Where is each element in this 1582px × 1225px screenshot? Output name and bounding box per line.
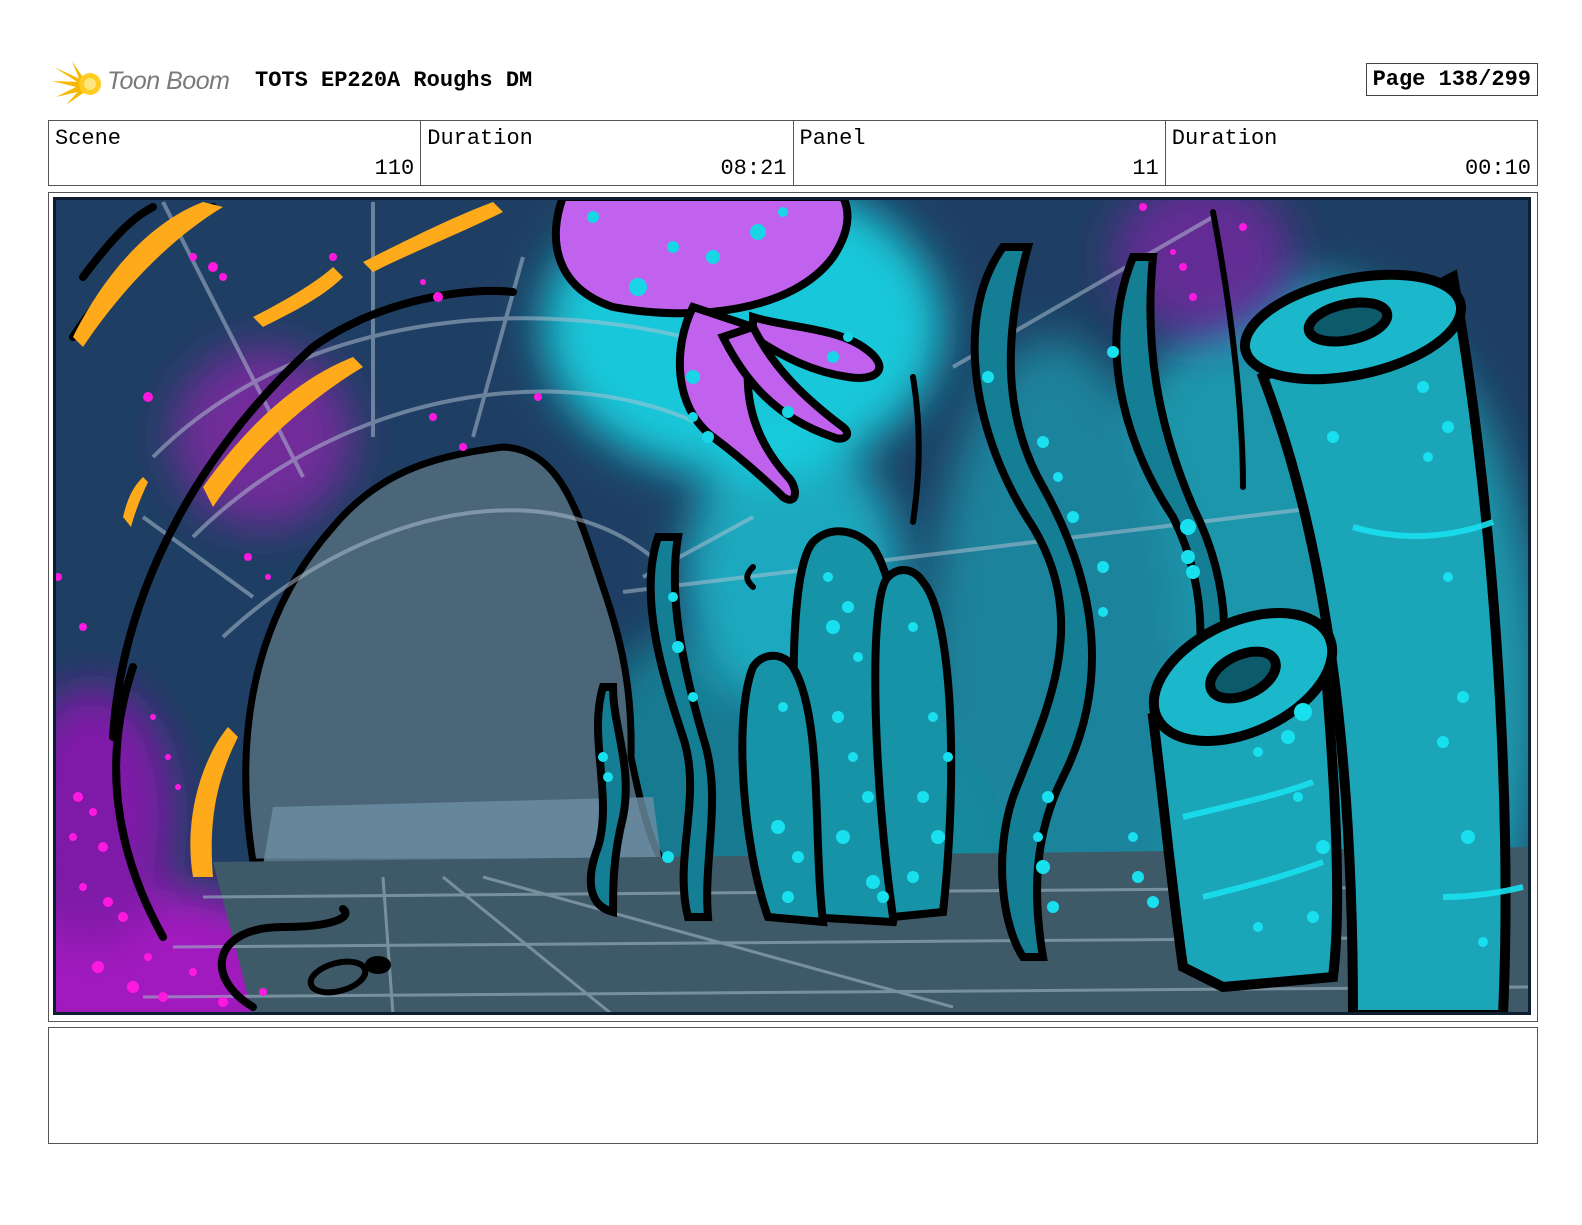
document-title: TOTS EP220A Roughs DM	[255, 68, 533, 93]
panel-cell: Panel 11	[794, 121, 1166, 185]
scene-label: Scene	[55, 126, 122, 151]
logo-wordmark: Toon Boom	[107, 67, 230, 95]
scene-duration-label: Duration	[427, 126, 533, 151]
panel-value: 11	[1132, 156, 1159, 181]
scene-duration-cell: Duration 08:21	[421, 121, 794, 185]
toon-boom-logo: Toon Boom	[52, 59, 247, 107]
panel-duration-label: Duration	[1171, 126, 1278, 151]
storyboard-header: Toon Boom TOTS EP220A Roughs DM Page 138…	[48, 55, 1538, 111]
scene-duration-value: 08:21	[720, 156, 787, 181]
scene-value: 110	[374, 156, 415, 181]
panel-label: Panel	[799, 126, 866, 151]
panel-notes-box	[48, 1027, 1538, 1144]
panel-duration-value: 00:10	[1464, 156, 1531, 181]
storyboard-panel-artwork	[53, 197, 1531, 1015]
panel-duration-cell: Duration 00:10	[1166, 121, 1537, 185]
scene-cell: Scene 110	[49, 121, 422, 185]
scene-info-table: Scene 110 Duration 08:21 Panel 11 Durati…	[48, 120, 1538, 186]
storyboard-panel-frame	[48, 192, 1538, 1022]
page-number: Page 138/299	[1365, 63, 1538, 96]
toon-boom-star-burst-icon	[52, 61, 101, 105]
